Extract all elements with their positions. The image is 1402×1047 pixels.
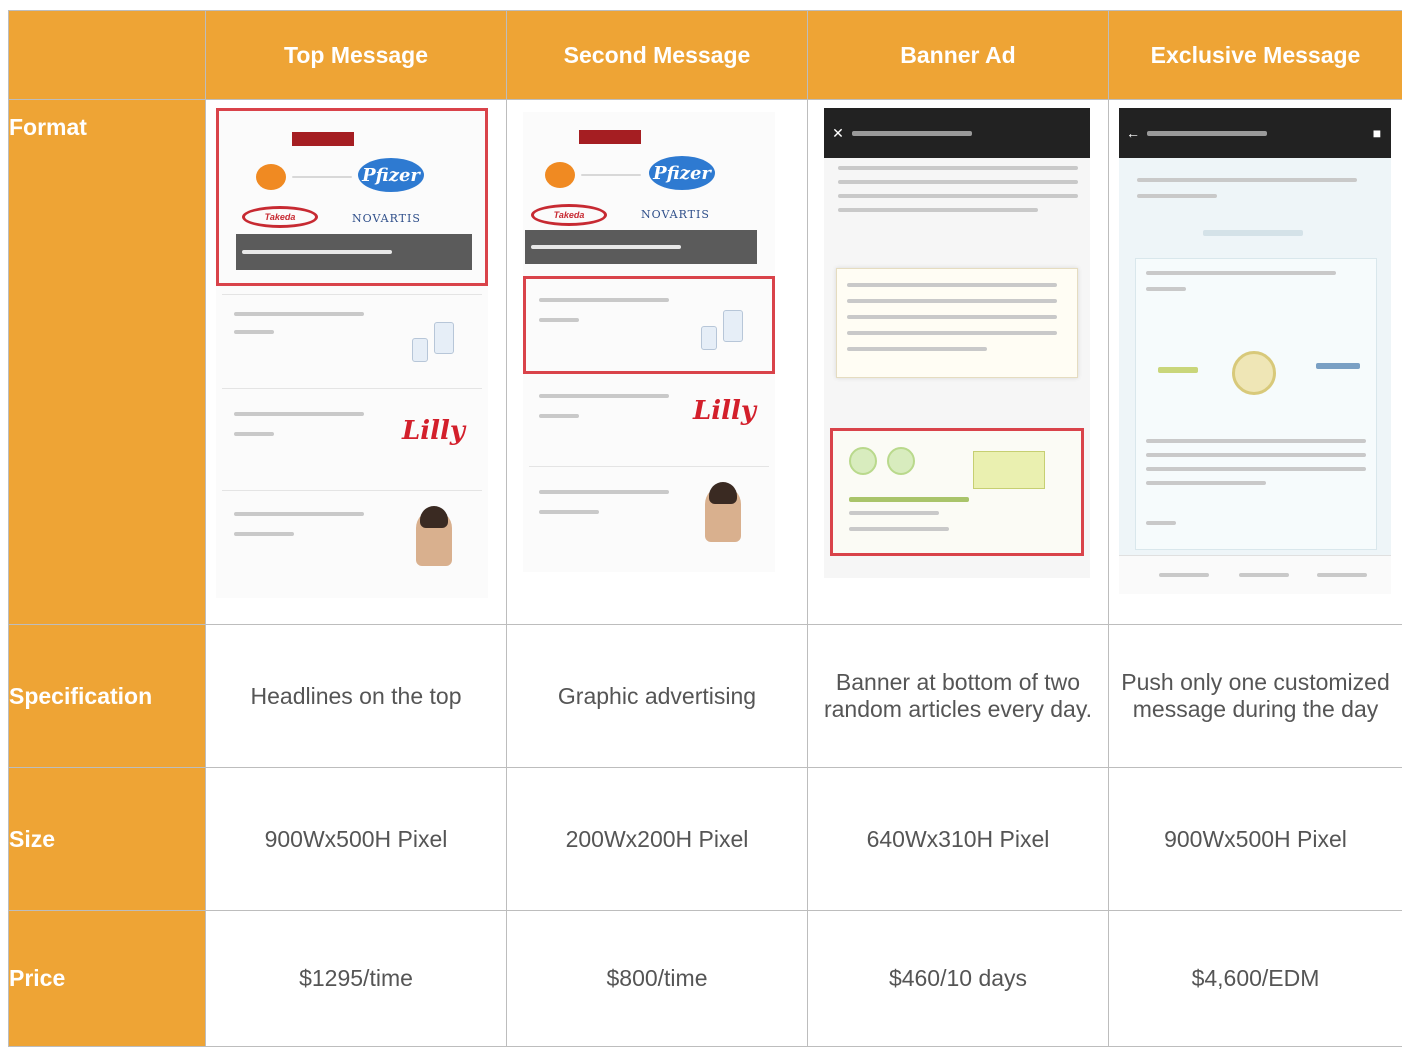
spec-banner-ad: Banner at bottom of two random articles … <box>808 625 1109 768</box>
date-chip <box>1203 230 1303 236</box>
list-item <box>222 490 482 491</box>
gsk-logo <box>545 162 575 188</box>
close-icon: ✕ <box>824 125 852 142</box>
list-item <box>222 388 482 389</box>
article-text <box>838 194 1078 198</box>
size-row: Size 900Wx500H Pixel 200Wx200H Pixel 640… <box>9 768 1402 911</box>
row-label-specification: Specification <box>9 625 206 768</box>
specification-row: Specification Headlines on the top Graph… <box>9 625 1402 768</box>
article-text <box>838 166 1078 170</box>
gsk-text-blur <box>581 174 641 176</box>
exclusive-message-screenshot: ← ■ <box>1119 108 1391 594</box>
ad-pricing-table: Top Message Second Message Banner Ad Exc… <box>8 10 1402 1047</box>
model-photo <box>416 510 452 566</box>
list-item-text <box>234 412 364 416</box>
banner-ad-frame <box>830 428 1084 556</box>
lilly-logo: Lilly <box>402 416 465 446</box>
article-text <box>838 208 1038 212</box>
list-item-text <box>234 532 294 536</box>
banner-ad-screenshot: ✕ <box>824 108 1090 578</box>
novartis-logo: NOVARTIS <box>641 208 710 221</box>
price-top-message: $1295/time <box>206 911 507 1047</box>
list-item-text <box>539 394 669 398</box>
format-cell-second-message: Pfizer Takeda NOVARTIS Lilly <box>507 100 808 625</box>
price-second-message: $800/time <box>507 911 808 1047</box>
lilly-logo: Lilly <box>693 396 756 426</box>
header-corner-cell <box>9 11 206 100</box>
johnson-logo <box>579 130 641 144</box>
top-message-screenshot: Pfizer Takeda NOVARTIS Lilly <box>216 108 488 598</box>
pfizer-logo: Pfizer <box>649 156 715 190</box>
takeda-logo: Takeda <box>531 204 607 226</box>
col-header-second-message: Second Message <box>507 11 808 100</box>
phone-header-bar: ← ■ <box>1119 108 1391 158</box>
list-item-text <box>539 298 669 302</box>
list-item-text <box>234 312 364 316</box>
banner-badge <box>973 451 1045 489</box>
list-item-text <box>539 490 669 494</box>
list-item-text <box>539 510 599 514</box>
article-text <box>838 180 1078 184</box>
list-item-text <box>234 432 274 436</box>
highlight-frame <box>216 108 488 286</box>
list-item-text <box>539 414 579 418</box>
format-cell-exclusive-message: ← ■ <box>1109 100 1402 625</box>
product-bottle-image <box>434 322 454 354</box>
format-row: Format Pfizer Takeda NOVARTIS <box>9 100 1402 625</box>
banner-icon <box>849 447 877 475</box>
size-exclusive-message: 900Wx500H Pixel <box>1109 768 1402 911</box>
spec-second-message: Graphic advertising <box>507 625 808 768</box>
row-label-format: Format <box>9 100 206 625</box>
price-exclusive-message: $4,600/EDM <box>1109 911 1402 1047</box>
list-item <box>529 466 769 467</box>
header-row: Top Message Second Message Banner Ad Exc… <box>9 11 1402 100</box>
message-card <box>1135 258 1377 550</box>
list-item-text <box>539 318 579 322</box>
list-item-text <box>234 330 274 334</box>
col-header-exclusive-message: Exclusive Message <box>1109 11 1402 100</box>
format-cell-top-message: Pfizer Takeda NOVARTIS Lilly <box>206 100 507 625</box>
list-item-text <box>234 512 364 516</box>
user-icon: ■ <box>1363 125 1391 141</box>
message-title-text <box>1137 194 1217 198</box>
message-title-text <box>1137 178 1357 182</box>
headline-bar <box>525 230 757 264</box>
back-arrow-icon: ← <box>1119 125 1147 141</box>
size-second-message: 200Wx200H Pixel <box>507 768 808 911</box>
col-header-top-message: Top Message <box>206 11 507 100</box>
format-cell-banner-ad: ✕ <box>808 100 1109 625</box>
list-item <box>222 294 482 295</box>
award-seal <box>1232 351 1276 395</box>
row-label-size: Size <box>9 768 206 911</box>
price-banner-ad: $460/10 days <box>808 911 1109 1047</box>
col-header-banner-ad: Banner Ad <box>808 11 1109 100</box>
model-photo <box>705 486 741 542</box>
spec-top-message: Headlines on the top <box>206 625 507 768</box>
bottom-menu-bar <box>1119 555 1391 594</box>
second-message-screenshot: Pfizer Takeda NOVARTIS Lilly <box>523 112 775 572</box>
phone-header-bar: ✕ <box>824 108 1090 158</box>
product-bottle-image <box>701 326 717 350</box>
product-bottle-image <box>412 338 428 362</box>
price-row: Price $1295/time $800/time $460/10 days … <box>9 911 1402 1047</box>
product-bottle-image <box>723 310 743 342</box>
size-top-message: 900Wx500H Pixel <box>206 768 507 911</box>
banner-icon <box>887 447 915 475</box>
size-banner-ad: 640Wx310H Pixel <box>808 768 1109 911</box>
row-label-price: Price <box>9 911 206 1047</box>
quote-box <box>836 268 1078 378</box>
spec-exclusive-message: Push only one customized message during … <box>1109 625 1402 768</box>
